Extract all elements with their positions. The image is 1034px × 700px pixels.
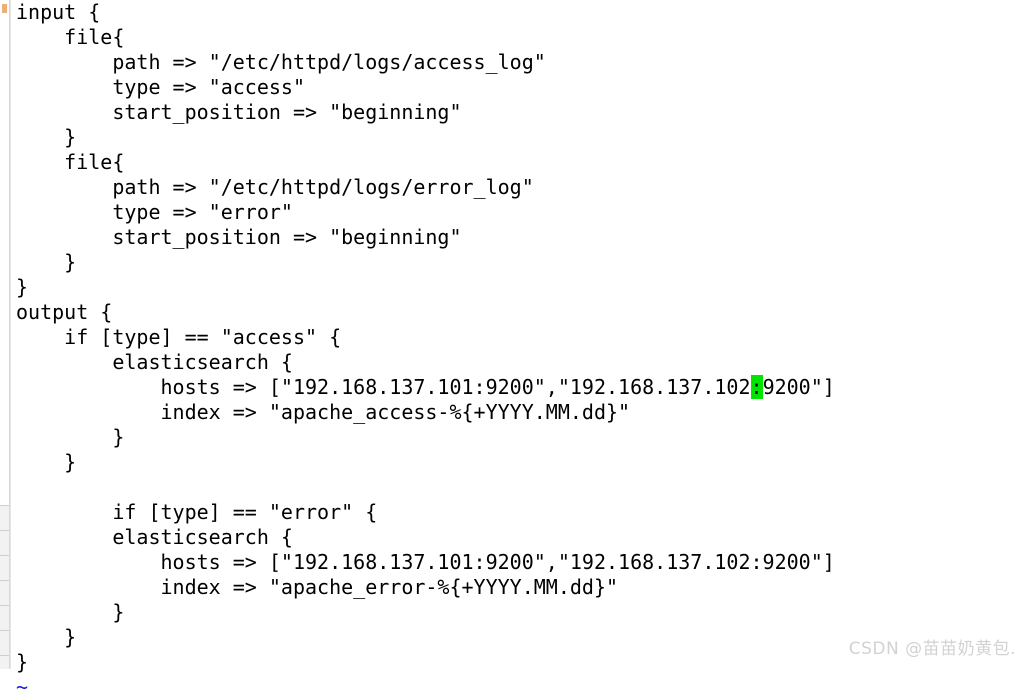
code-line[interactable]: path => "/etc/httpd/logs/error_log" bbox=[16, 175, 1034, 200]
code-line[interactable]: ~ bbox=[16, 675, 1034, 700]
code-line[interactable]: } bbox=[16, 425, 1034, 450]
code-line[interactable]: hosts => ["192.168.137.101:9200","192.16… bbox=[16, 375, 1034, 400]
code-line[interactable]: elasticsearch { bbox=[16, 350, 1034, 375]
code-line[interactable]: } bbox=[16, 600, 1034, 625]
code-line[interactable]: file{ bbox=[16, 25, 1034, 50]
code-line[interactable]: start_position => "beginning" bbox=[16, 225, 1034, 250]
code-line[interactable]: } bbox=[16, 450, 1034, 475]
csdn-watermark: CSDN @苗苗奶黄包. bbox=[848, 639, 1016, 659]
code-line-text-after: 9200"] bbox=[762, 375, 835, 399]
code-line[interactable]: type => "access" bbox=[16, 75, 1034, 100]
gutter-tick bbox=[0, 555, 9, 556]
gutter-tick bbox=[0, 655, 9, 656]
code-line[interactable]: } bbox=[16, 275, 1034, 300]
code-line[interactable]: path => "/etc/httpd/logs/access_log" bbox=[16, 50, 1034, 75]
code-line[interactable]: type => "error" bbox=[16, 200, 1034, 225]
editor-gutter[interactable] bbox=[0, 0, 10, 669]
code-line[interactable]: output { bbox=[16, 300, 1034, 325]
code-line[interactable]: elasticsearch { bbox=[16, 525, 1034, 550]
code-line[interactable] bbox=[16, 475, 1034, 500]
gutter-tick bbox=[0, 530, 9, 531]
code-line-text: hosts => ["192.168.137.101:9200","192.16… bbox=[16, 375, 751, 399]
gutter-tick bbox=[0, 605, 9, 606]
code-line[interactable]: start_position => "beginning" bbox=[16, 100, 1034, 125]
code-line[interactable]: index => "apache_error-%{+YYYY.MM.dd}" bbox=[16, 575, 1034, 600]
code-line[interactable]: input { bbox=[16, 0, 1034, 25]
code-line[interactable]: hosts => ["192.168.137.101:9200","192.16… bbox=[16, 550, 1034, 575]
code-line[interactable]: if [type] == "access" { bbox=[16, 325, 1034, 350]
code-editor[interactable]: input { file{ path => "/etc/httpd/logs/a… bbox=[0, 0, 1034, 699]
code-line[interactable]: index => "apache_access-%{+YYYY.MM.dd}" bbox=[16, 400, 1034, 425]
editor-left-rule bbox=[10, 0, 11, 669]
gutter-tick bbox=[0, 630, 9, 631]
cursor-highlight: : bbox=[750, 375, 763, 399]
gutter-tick bbox=[0, 505, 9, 506]
code-line[interactable]: } bbox=[16, 250, 1034, 275]
code-line[interactable]: if [type] == "error" { bbox=[16, 500, 1034, 525]
code-line[interactable]: } bbox=[16, 125, 1034, 150]
fold-marker-icon[interactable] bbox=[2, 4, 7, 13]
gutter-tick bbox=[0, 580, 9, 581]
gutter-inner bbox=[0, 0, 9, 669]
code-text-area[interactable]: input { file{ path => "/etc/httpd/logs/a… bbox=[16, 0, 1034, 699]
code-line[interactable]: file{ bbox=[16, 150, 1034, 175]
